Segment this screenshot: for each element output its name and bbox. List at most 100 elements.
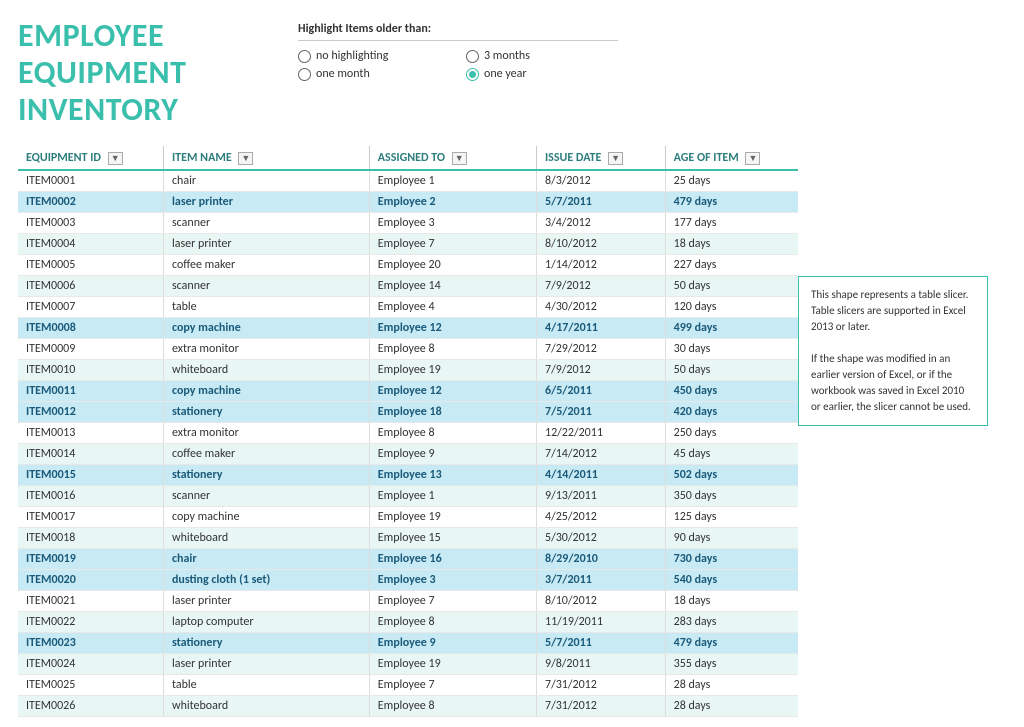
radio-one-month[interactable]: one month	[298, 67, 450, 81]
table-row: ITEM0018whiteboardEmployee 155/30/201290…	[18, 528, 798, 549]
table-row: ITEM0023stationeryEmployee 95/7/2011479 …	[18, 633, 798, 654]
cell-id: ITEM0014	[18, 444, 163, 465]
table-header-row: EQUIPMENT ID ▼ ITEM NAME ▼ ASSIGNED TO ▼	[18, 146, 798, 170]
table-row: ITEM0022laptop computerEmployee 811/19/2…	[18, 612, 798, 633]
col-header-id[interactable]: EQUIPMENT ID ▼	[18, 146, 163, 170]
table-row: ITEM0026whiteboardEmployee 87/31/201228 …	[18, 696, 798, 717]
filter-age[interactable]: ▼	[745, 152, 760, 165]
cell-item: stationery	[163, 633, 369, 654]
cell-id: ITEM0020	[18, 570, 163, 591]
cell-age: 25 days	[665, 170, 798, 192]
cell-id: ITEM0019	[18, 549, 163, 570]
cell-assigned: Employee 13	[369, 465, 536, 486]
filter-assigned[interactable]: ▼	[452, 152, 467, 165]
cell-item: table	[163, 675, 369, 696]
cell-assigned: Employee 18	[369, 402, 536, 423]
cell-id: ITEM0021	[18, 591, 163, 612]
radio-circle-no-highlighting[interactable]	[298, 50, 311, 63]
cell-assigned: Employee 8	[369, 423, 536, 444]
cell-id: ITEM0002	[18, 192, 163, 213]
cell-date: 3/7/2011	[536, 570, 665, 591]
radio-label-one-year: one year	[484, 67, 527, 81]
cell-assigned: Employee 20	[369, 255, 536, 276]
radio-no-highlighting[interactable]: no highlighting	[298, 49, 450, 63]
cell-age: 18 days	[665, 234, 798, 255]
cell-age: 499 days	[665, 318, 798, 339]
radio-circle-one-year[interactable]	[466, 68, 479, 81]
highlight-options: no highlighting 3 months one month one y…	[298, 49, 618, 81]
table-row: ITEM0008copy machineEmployee 124/17/2011…	[18, 318, 798, 339]
cell-date: 5/7/2011	[536, 633, 665, 654]
cell-assigned: Employee 2	[369, 192, 536, 213]
table-row: ITEM0024laser printerEmployee 199/8/2011…	[18, 654, 798, 675]
cell-date: 7/9/2012	[536, 360, 665, 381]
table-row: ITEM0025tableEmployee 77/31/201228 days	[18, 675, 798, 696]
radio-label-3-months: 3 months	[484, 49, 530, 63]
cell-date: 5/30/2012	[536, 528, 665, 549]
cell-assigned: Employee 8	[369, 696, 536, 717]
cell-age: 420 days	[665, 402, 798, 423]
table-wrap: EQUIPMENT ID ▼ ITEM NAME ▼ ASSIGNED TO ▼	[18, 146, 798, 717]
cell-assigned: Employee 9	[369, 633, 536, 654]
cell-id: ITEM0007	[18, 297, 163, 318]
cell-id: ITEM0012	[18, 402, 163, 423]
col-header-age[interactable]: AGE OF ITEM ▼	[665, 146, 798, 170]
inventory-table: EQUIPMENT ID ▼ ITEM NAME ▼ ASSIGNED TO ▼	[18, 146, 798, 717]
cell-date: 9/8/2011	[536, 654, 665, 675]
cell-item: laser printer	[163, 591, 369, 612]
filter-item[interactable]: ▼	[238, 152, 253, 165]
cell-id: ITEM0022	[18, 612, 163, 633]
cell-id: ITEM0017	[18, 507, 163, 528]
cell-date: 6/5/2011	[536, 381, 665, 402]
col-header-date[interactable]: ISSUE DATE ▼	[536, 146, 665, 170]
cell-item: table	[163, 297, 369, 318]
cell-assigned: Employee 19	[369, 654, 536, 675]
cell-date: 12/22/2011	[536, 423, 665, 444]
col-header-assigned[interactable]: ASSIGNED TO ▼	[369, 146, 536, 170]
cell-item: scanner	[163, 276, 369, 297]
cell-date: 11/19/2011	[536, 612, 665, 633]
cell-date: 7/31/2012	[536, 696, 665, 717]
filter-date[interactable]: ▼	[608, 152, 623, 165]
table-row: ITEM0004laser printerEmployee 78/10/2012…	[18, 234, 798, 255]
cell-date: 8/10/2012	[536, 591, 665, 612]
cell-date: 8/3/2012	[536, 170, 665, 192]
cell-assigned: Employee 15	[369, 528, 536, 549]
cell-age: 125 days	[665, 507, 798, 528]
cell-item: stationery	[163, 465, 369, 486]
table-row: ITEM0017copy machineEmployee 194/25/2012…	[18, 507, 798, 528]
cell-id: ITEM0001	[18, 170, 163, 192]
cell-assigned: Employee 14	[369, 276, 536, 297]
radio-circle-3-months[interactable]	[466, 50, 479, 63]
table-row: ITEM0002laser printerEmployee 25/7/20114…	[18, 192, 798, 213]
cell-assigned: Employee 7	[369, 234, 536, 255]
cell-date: 4/30/2012	[536, 297, 665, 318]
cell-item: chair	[163, 170, 369, 192]
cell-item: copy machine	[163, 507, 369, 528]
cell-item: whiteboard	[163, 360, 369, 381]
cell-item: dusting cloth (1 set)	[163, 570, 369, 591]
radio-3-months[interactable]: 3 months	[466, 49, 618, 63]
col-header-item[interactable]: ITEM NAME ▼	[163, 146, 369, 170]
cell-item: whiteboard	[163, 528, 369, 549]
filter-id[interactable]: ▼	[108, 152, 123, 165]
cell-age: 283 days	[665, 612, 798, 633]
cell-assigned: Employee 3	[369, 213, 536, 234]
cell-age: 177 days	[665, 213, 798, 234]
cell-date: 7/5/2011	[536, 402, 665, 423]
cell-item: copy machine	[163, 318, 369, 339]
cell-age: 355 days	[665, 654, 798, 675]
radio-one-year[interactable]: one year	[466, 67, 618, 81]
cell-assigned: Employee 1	[369, 486, 536, 507]
table-row: ITEM0010whiteboardEmployee 197/9/201250 …	[18, 360, 798, 381]
cell-age: 479 days	[665, 633, 798, 654]
cell-assigned: Employee 12	[369, 381, 536, 402]
cell-id: ITEM0023	[18, 633, 163, 654]
table-body: ITEM0001chairEmployee 18/3/201225 daysIT…	[18, 170, 798, 717]
cell-id: ITEM0025	[18, 675, 163, 696]
cell-item: scanner	[163, 486, 369, 507]
title-block: EMPLOYEE EQUIPMENT INVENTORY	[18, 18, 238, 128]
radio-circle-one-month[interactable]	[298, 68, 311, 81]
cell-date: 1/14/2012	[536, 255, 665, 276]
cell-age: 450 days	[665, 381, 798, 402]
